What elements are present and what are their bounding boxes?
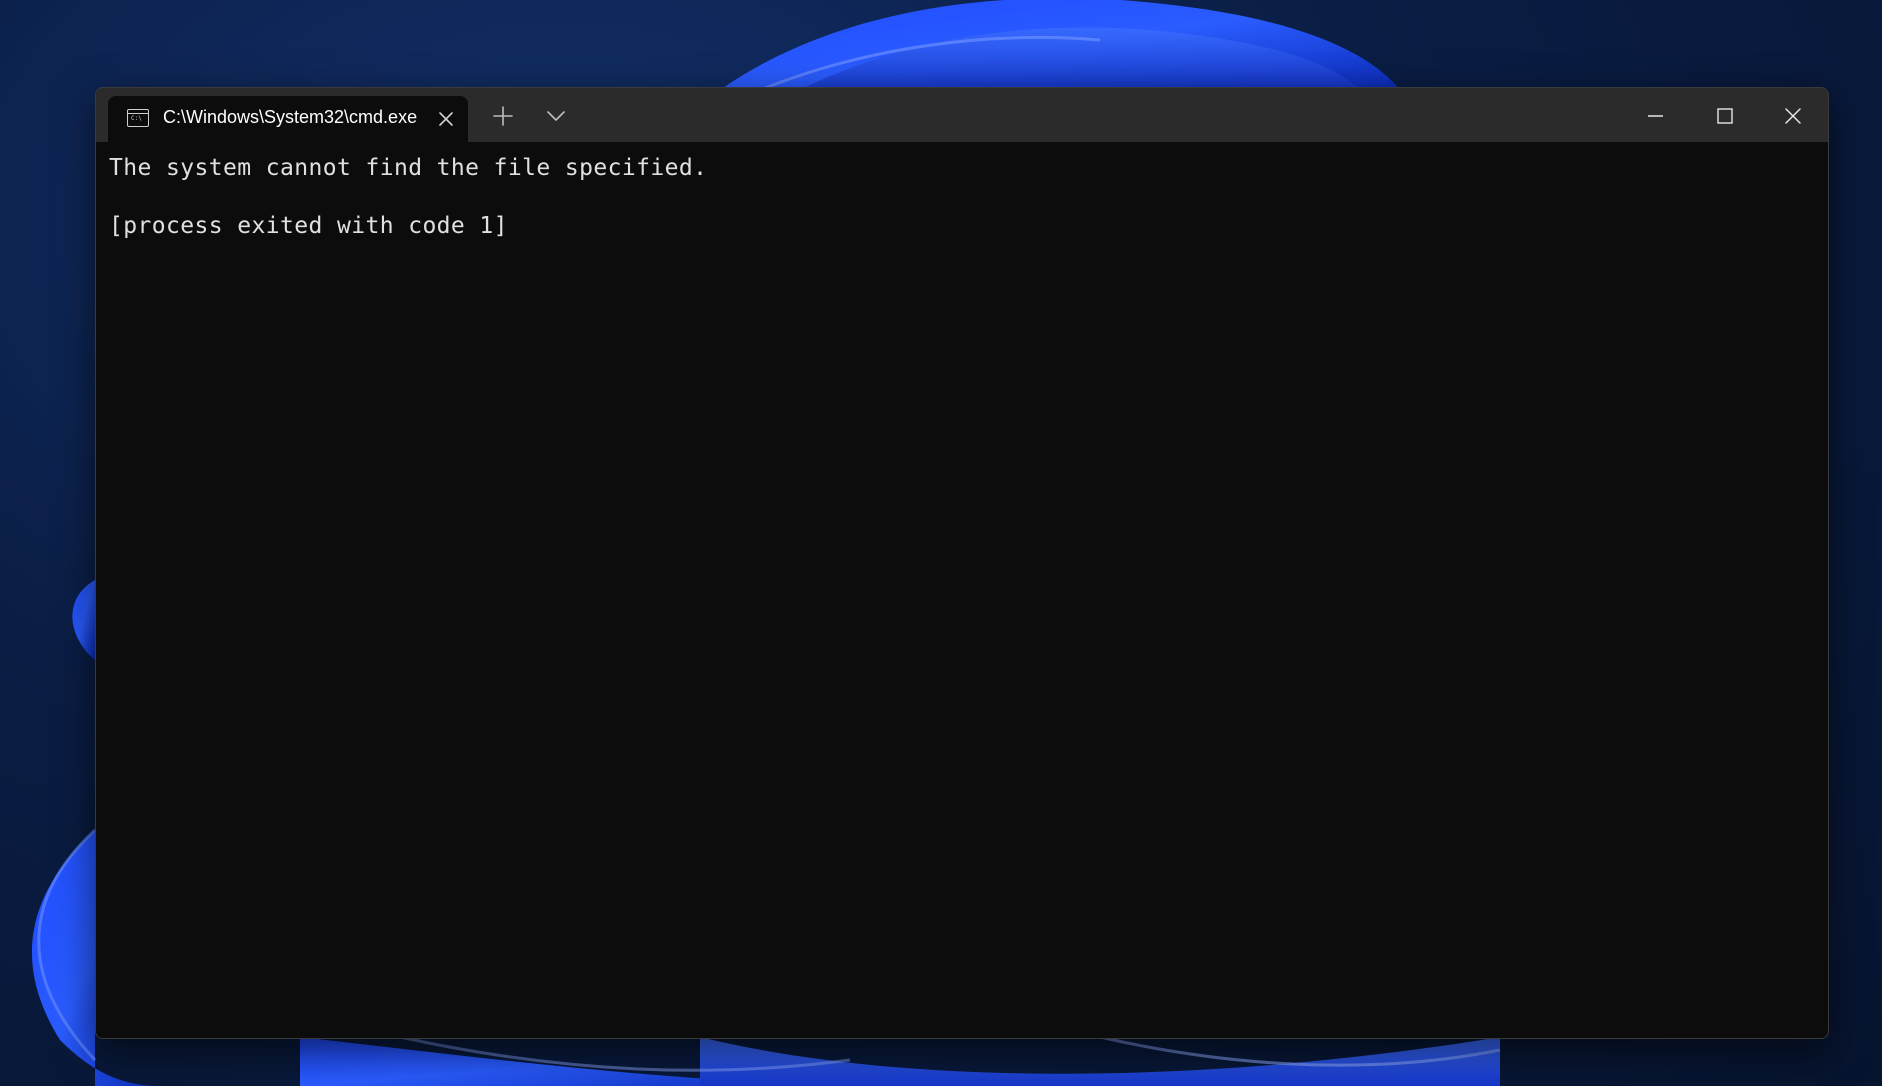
close-window-button[interactable]	[1759, 88, 1828, 142]
title-bar[interactable]: C:\ C:\Windows\System32\cmd.exe	[96, 88, 1828, 142]
close-icon	[1785, 108, 1801, 124]
maximize-icon	[1717, 108, 1733, 124]
tab-icon-label: C:\	[131, 115, 142, 122]
terminal-line: [process exited with code 1]	[109, 213, 508, 239]
tab-close-button[interactable]	[436, 109, 456, 129]
terminal-window: C:\ C:\Windows\System32\cmd.exe The syst…	[95, 87, 1829, 1039]
minimize-button[interactable]	[1621, 88, 1690, 142]
tab-cmd[interactable]: C:\ C:\Windows\System32\cmd.exe	[108, 96, 468, 142]
terminal-icon: C:\	[127, 109, 149, 127]
plus-icon	[493, 106, 513, 126]
desktop: C:\ C:\Windows\System32\cmd.exe The syst…	[0, 0, 1882, 1086]
new-tab-button[interactable]	[483, 96, 523, 136]
terminal-line: The system cannot find the file specifie…	[109, 155, 708, 181]
close-icon	[439, 112, 453, 126]
terminal-output[interactable]: The system cannot find the file specifie…	[96, 142, 1828, 1038]
maximize-button[interactable]	[1690, 88, 1759, 142]
tab-title: C:\Windows\System32\cmd.exe	[163, 107, 418, 127]
chevron-down-icon	[547, 111, 565, 121]
minimize-icon	[1648, 115, 1663, 117]
tab-dropdown-button[interactable]	[536, 96, 576, 136]
